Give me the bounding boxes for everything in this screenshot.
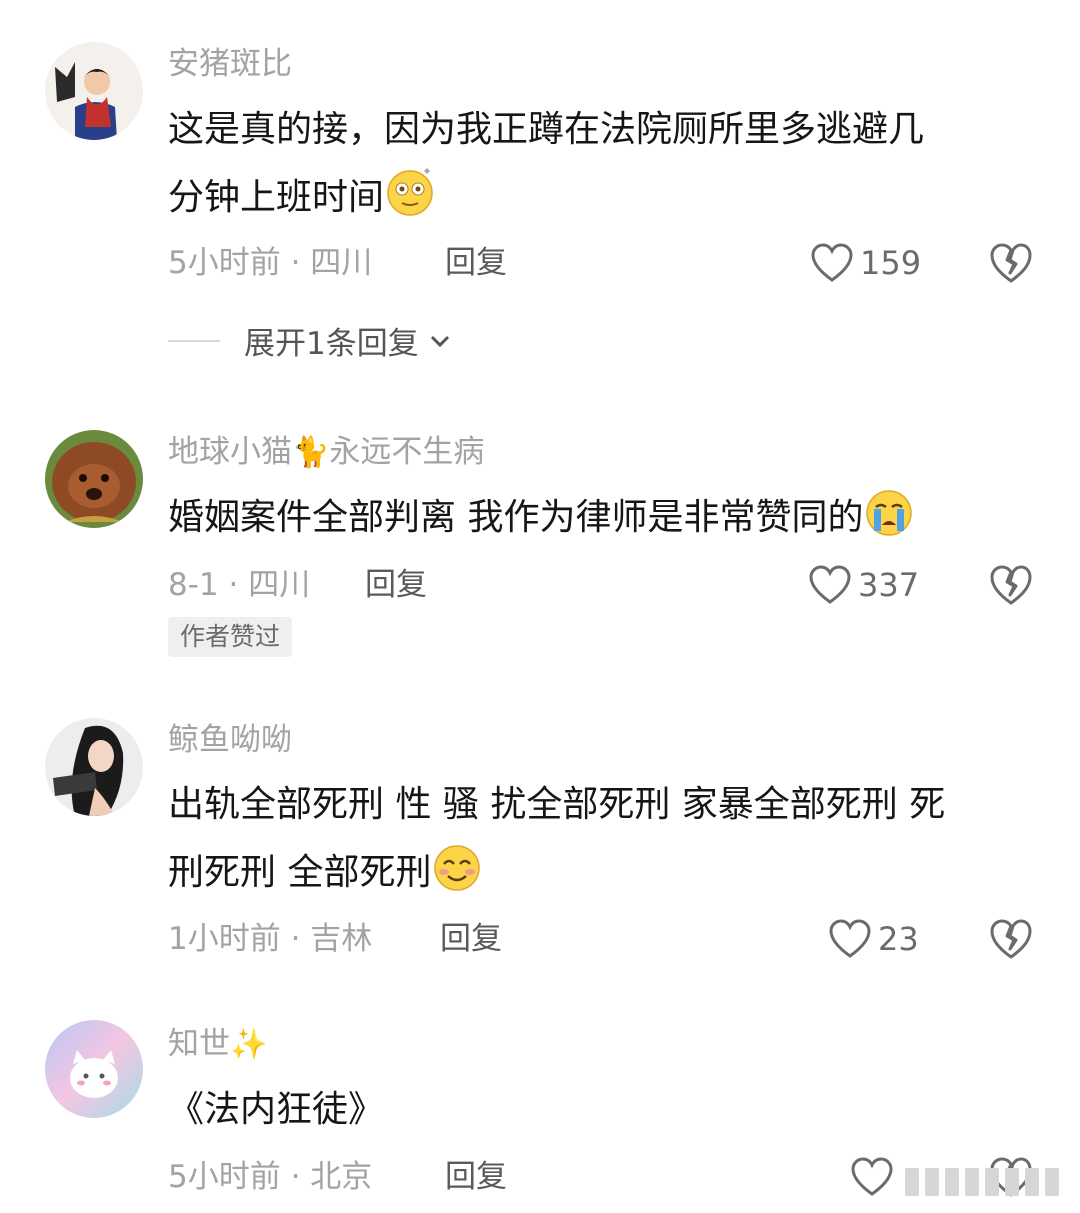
like-count: 337 bbox=[858, 566, 920, 604]
comment-meta: 1小时前 · 吉林 bbox=[168, 921, 373, 957]
broken-heart-icon[interactable] bbox=[988, 916, 1034, 962]
username[interactable]: 安猪斑比 bbox=[168, 44, 292, 84]
reply-button[interactable]: 回复 bbox=[365, 565, 427, 605]
crying-face-emoji-icon bbox=[866, 490, 913, 536]
like-count: 159 bbox=[860, 244, 922, 282]
dizzy-face-emoji-icon bbox=[387, 168, 433, 216]
like-button[interactable]: 23 bbox=[828, 918, 919, 960]
broken-heart-icon[interactable] bbox=[988, 562, 1034, 608]
cat-emoji-icon: 🐈 bbox=[292, 435, 330, 470]
avatar[interactable] bbox=[45, 42, 143, 140]
comment-text: 《法内狂徒》 bbox=[168, 1076, 1038, 1144]
username[interactable]: 知世✨ bbox=[168, 1024, 267, 1065]
username-part: 永远不生病 bbox=[329, 434, 485, 470]
watermark-overlay bbox=[905, 1162, 1075, 1202]
like-button[interactable] bbox=[850, 1156, 894, 1198]
comment-meta: 8-1 · 四川 bbox=[168, 567, 311, 603]
comment-text-line: 分钟上班时间 bbox=[168, 164, 1038, 232]
comment-text-line: 出轨全部死刑 性 骚 扰全部死刑 家暴全部死刑 死 bbox=[168, 784, 946, 825]
heart-outline-icon bbox=[829, 919, 871, 958]
avatar[interactable] bbox=[45, 1020, 143, 1118]
heart-outline-icon bbox=[851, 1157, 893, 1196]
avatar[interactable] bbox=[45, 718, 143, 816]
comment-text-line: 这是真的接，因为我正蹲在法院厕所里多逃避几 bbox=[168, 109, 925, 150]
comment-text-line: 婚姻案件全部判离 我作为律师是非常赞同的 bbox=[168, 484, 1038, 552]
avatar-image bbox=[45, 42, 143, 140]
smiling-face-emoji-icon bbox=[434, 845, 481, 891]
chevron-down-icon bbox=[430, 335, 449, 347]
username-part: 知世 bbox=[168, 1026, 230, 1062]
reply-button[interactable]: 回复 bbox=[445, 243, 507, 283]
comment-text: 婚姻案件全部判离 我作为律师是非常赞同的 bbox=[168, 484, 1038, 552]
avatar[interactable] bbox=[45, 430, 143, 528]
like-count: 23 bbox=[878, 920, 919, 958]
comment-text-line: 刑死刑 全部死刑 bbox=[168, 839, 1038, 907]
author-liked-badge: 作者赞过 bbox=[168, 617, 293, 657]
username-part: 地球小猫 bbox=[168, 434, 292, 470]
reply-button[interactable]: 回复 bbox=[440, 919, 502, 959]
expand-replies-button[interactable]: 展开1条回复 bbox=[168, 318, 453, 363]
sparkles-emoji-icon: ✨ bbox=[230, 1027, 268, 1062]
like-button[interactable]: 159 bbox=[810, 242, 921, 284]
avatar-image bbox=[45, 430, 143, 528]
comment-meta: 5小时前 · 北京 bbox=[168, 1159, 373, 1195]
heart-outline-icon bbox=[809, 565, 851, 604]
avatar-image bbox=[45, 1020, 143, 1118]
broken-heart-icon[interactable] bbox=[988, 240, 1034, 286]
comment-text: 出轨全部死刑 性 骚 扰全部死刑 家暴全部死刑 死 刑死刑 全部死刑 bbox=[168, 771, 1038, 907]
username[interactable]: 地球小猫🐈永远不生病 bbox=[168, 432, 484, 473]
expand-replies-label: 展开1条回复 bbox=[244, 326, 419, 362]
divider bbox=[168, 339, 220, 342]
like-button[interactable]: 337 bbox=[808, 564, 919, 606]
comment-text: 这是真的接，因为我正蹲在法院厕所里多逃避几 分钟上班时间 bbox=[168, 96, 1038, 232]
avatar-image bbox=[45, 718, 143, 816]
heart-outline-icon bbox=[811, 243, 853, 282]
reply-button[interactable]: 回复 bbox=[445, 1157, 507, 1197]
comment-text-line: 《法内狂徒》 bbox=[168, 1089, 385, 1130]
username[interactable]: 鲸鱼呦呦 bbox=[168, 720, 292, 760]
comment-meta: 5小时前 · 四川 bbox=[168, 245, 373, 281]
